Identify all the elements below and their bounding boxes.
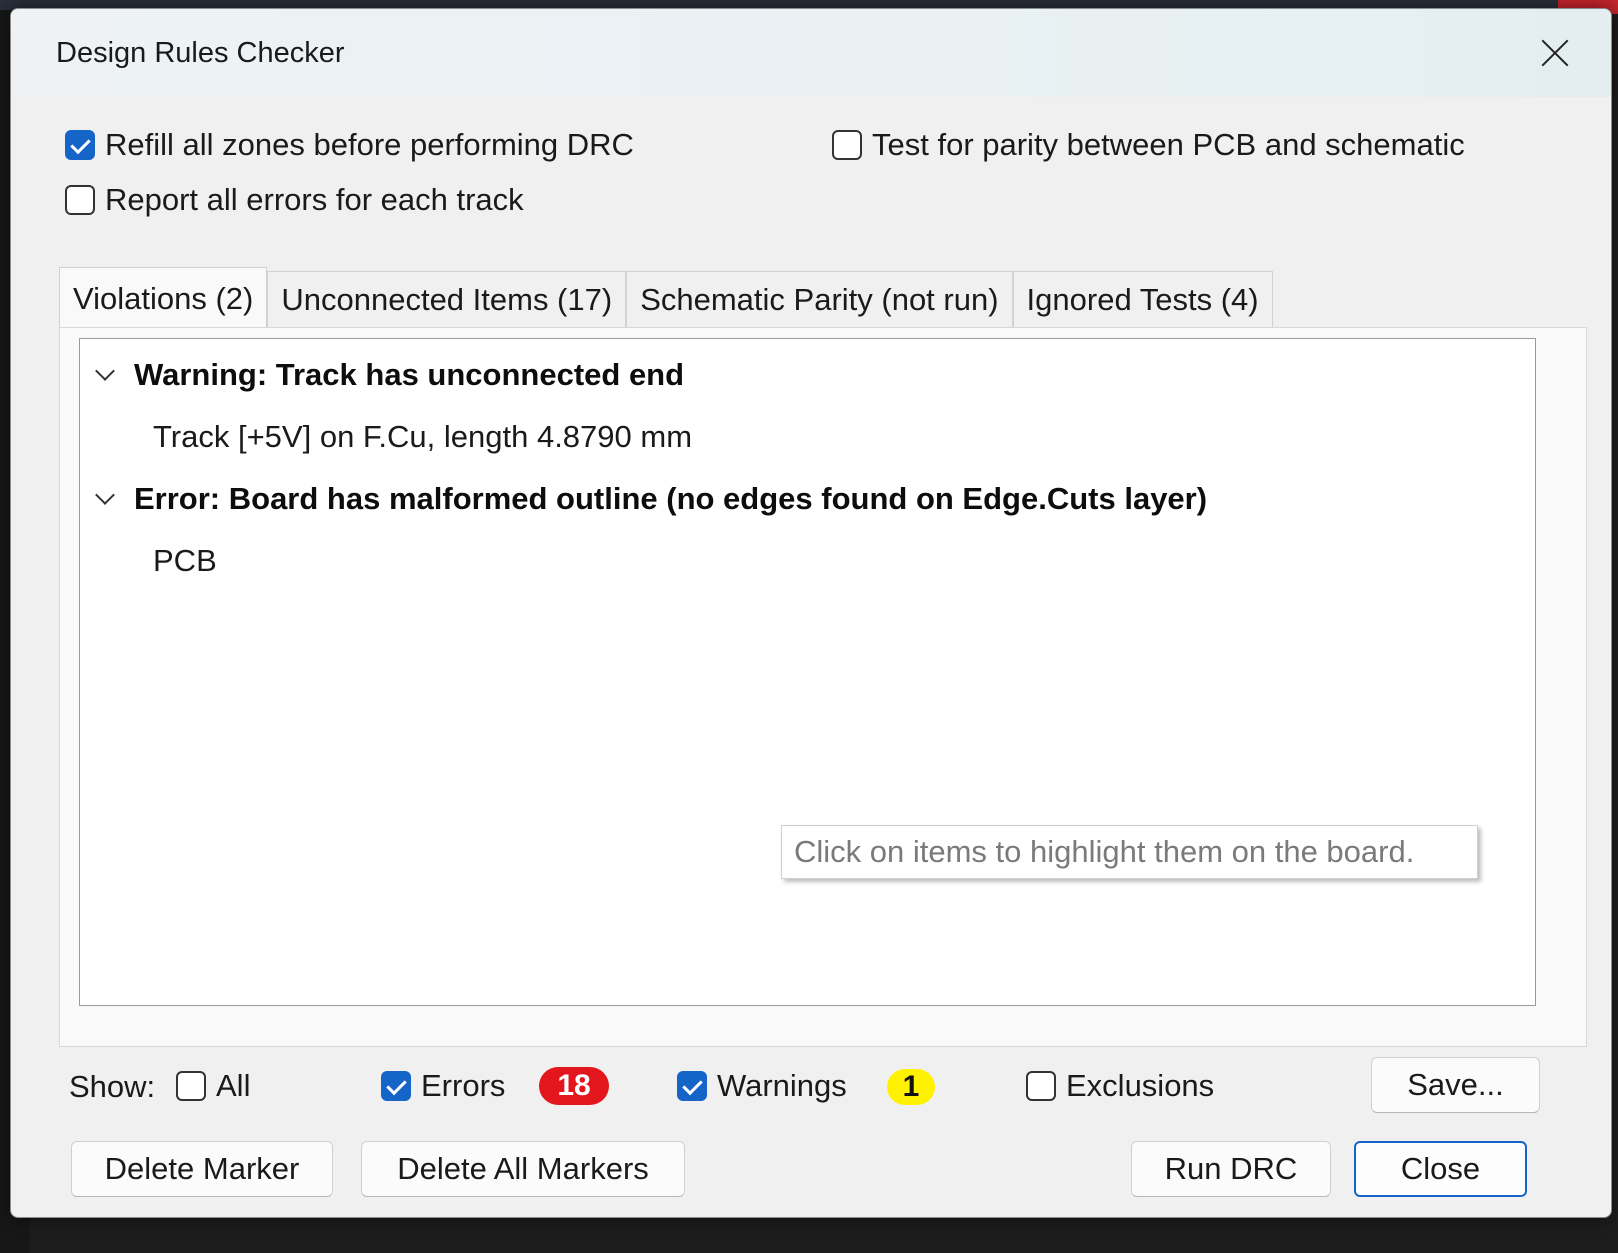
- show-exclusions-label: Exclusions: [1066, 1068, 1215, 1103]
- show-label: Show:: [69, 1069, 156, 1104]
- refill-zones-label: Refill all zones before performing DRC: [105, 127, 634, 162]
- run-drc-button[interactable]: Run DRC: [1131, 1141, 1331, 1197]
- refill-zones-option[interactable]: Refill all zones before performing DRC: [65, 127, 634, 163]
- show-warnings-checkbox[interactable]: [677, 1071, 707, 1101]
- results-tabs: Violations (2) Unconnected Items (17) Sc…: [59, 267, 1273, 329]
- title-bar: Design Rules Checker: [11, 9, 1611, 97]
- show-exclusions-checkbox[interactable]: [1026, 1071, 1056, 1101]
- tab-violations[interactable]: Violations (2): [59, 267, 268, 329]
- violation-heading: Warning: Track has unconnected end: [134, 357, 685, 392]
- close-icon[interactable]: [1535, 33, 1575, 73]
- test-parity-option[interactable]: Test for parity between PCB and schemati…: [832, 127, 1465, 163]
- violation-item[interactable]: PCB: [153, 543, 217, 579]
- tab-unconnected-items[interactable]: Unconnected Items (17): [267, 271, 627, 327]
- report-all-errors-label: Report all errors for each track: [105, 182, 524, 217]
- save-button[interactable]: Save...: [1371, 1057, 1540, 1113]
- show-exclusions-option[interactable]: Exclusions: [1026, 1068, 1214, 1104]
- show-all-checkbox[interactable]: [176, 1071, 206, 1101]
- violation-group-error[interactable]: Error: Board has malformed outline (no e…: [94, 481, 1207, 517]
- tab-schematic-parity[interactable]: Schematic Parity (not run): [626, 271, 1013, 327]
- close-button[interactable]: Close: [1354, 1141, 1527, 1197]
- violation-group-warning[interactable]: Warning: Track has unconnected end: [94, 357, 684, 393]
- errors-count-badge: 18: [539, 1067, 609, 1105]
- violation-heading: Error: Board has malformed outline (no e…: [134, 481, 1208, 516]
- violation-item[interactable]: Track [+5V] on F.Cu, length 4.8790 mm: [153, 419, 692, 455]
- tab-ignored-tests[interactable]: Ignored Tests (4): [1012, 271, 1273, 327]
- report-all-errors-checkbox[interactable]: [65, 185, 95, 215]
- show-warnings-option[interactable]: Warnings: [677, 1068, 847, 1104]
- show-errors-option[interactable]: Errors: [381, 1068, 505, 1104]
- test-parity-label: Test for parity between PCB and schemati…: [872, 127, 1465, 162]
- chevron-down-icon[interactable]: [95, 485, 115, 505]
- show-all-label: All: [216, 1068, 251, 1103]
- show-warnings-label: Warnings: [717, 1068, 847, 1103]
- test-parity-checkbox[interactable]: [832, 130, 862, 160]
- show-all-option[interactable]: All: [176, 1068, 250, 1104]
- chevron-down-icon[interactable]: [95, 361, 115, 381]
- report-all-errors-option[interactable]: Report all errors for each track: [65, 182, 524, 218]
- violations-panel: Warning: Track has unconnected end Track…: [59, 327, 1587, 1047]
- refill-zones-checkbox[interactable]: [65, 130, 95, 160]
- show-errors-checkbox[interactable]: [381, 1071, 411, 1101]
- delete-marker-button[interactable]: Delete Marker: [71, 1141, 333, 1197]
- tooltip: Click on items to highlight them on the …: [781, 825, 1478, 879]
- dialog-title: Design Rules Checker: [56, 37, 345, 69]
- warnings-count-badge: 1: [887, 1069, 935, 1105]
- delete-all-markers-button[interactable]: Delete All Markers: [361, 1141, 685, 1197]
- show-errors-label: Errors: [421, 1068, 506, 1103]
- drc-dialog: Design Rules Checker Refill all zones be…: [10, 8, 1612, 1218]
- violations-tree[interactable]: Warning: Track has unconnected end Track…: [79, 338, 1536, 1006]
